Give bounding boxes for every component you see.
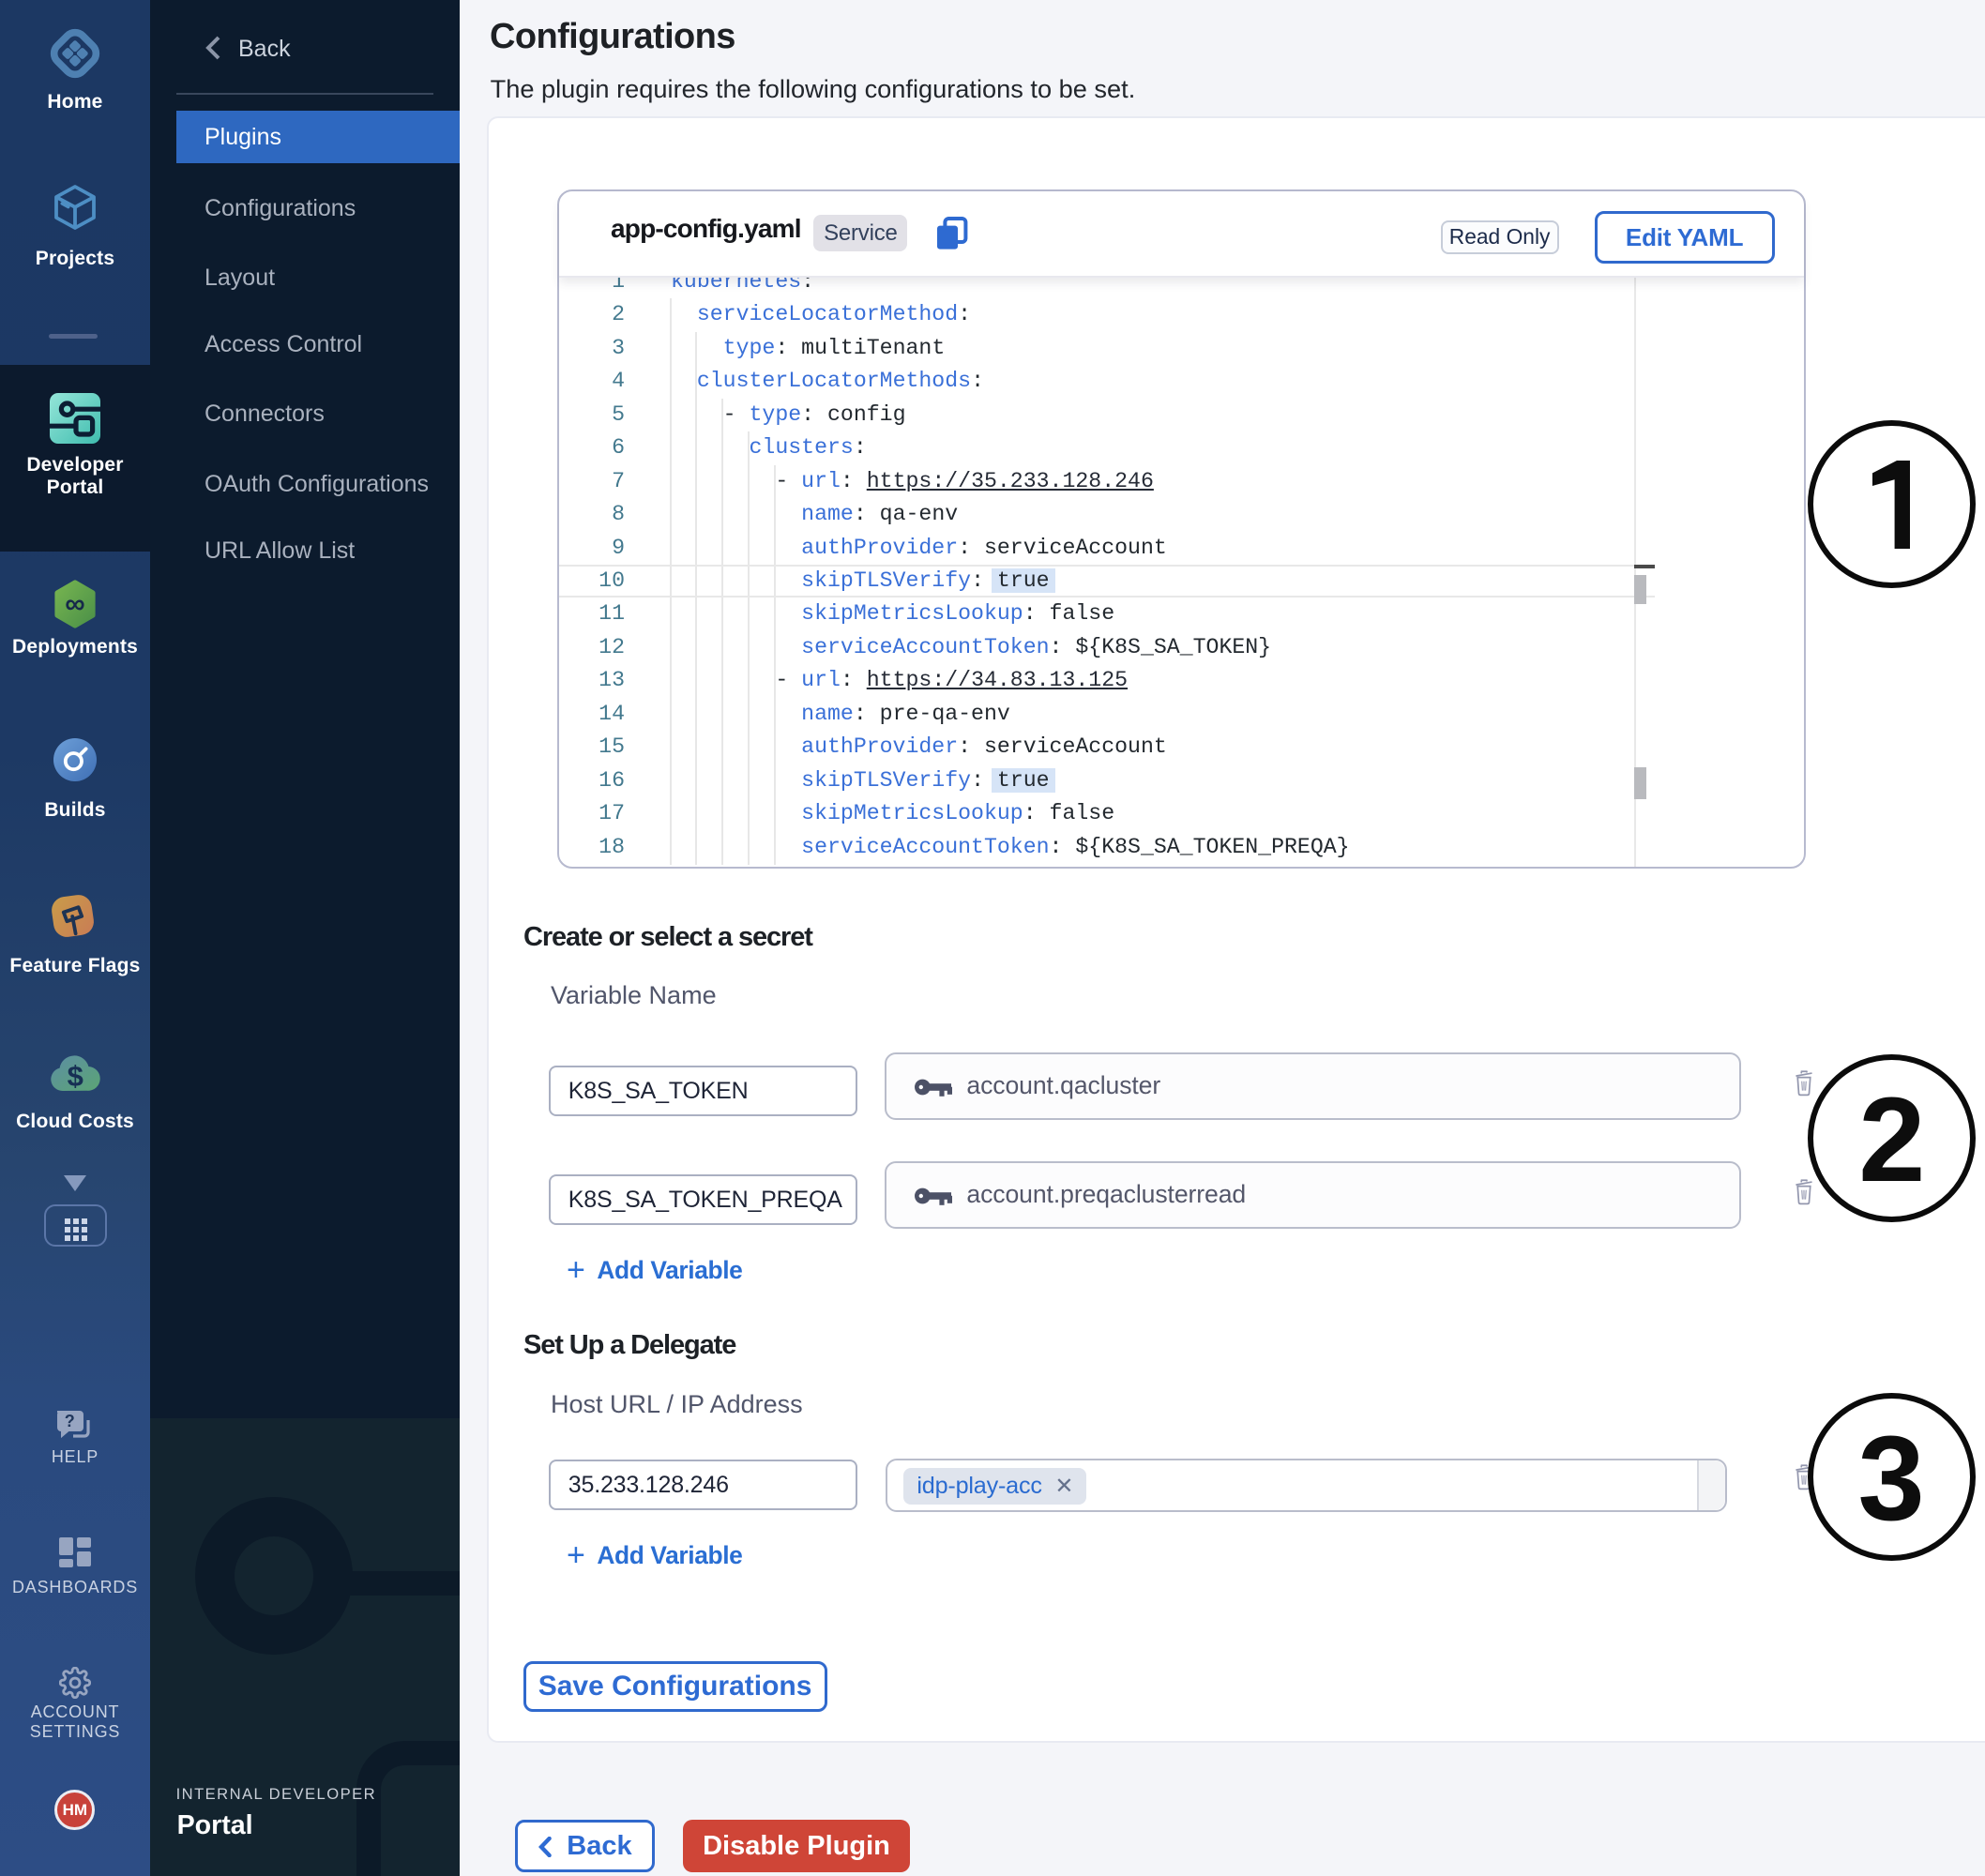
svg-text:∞: ∞	[65, 588, 84, 619]
svg-text:?: ?	[65, 1412, 75, 1430]
svg-text:$: $	[68, 1060, 83, 1093]
